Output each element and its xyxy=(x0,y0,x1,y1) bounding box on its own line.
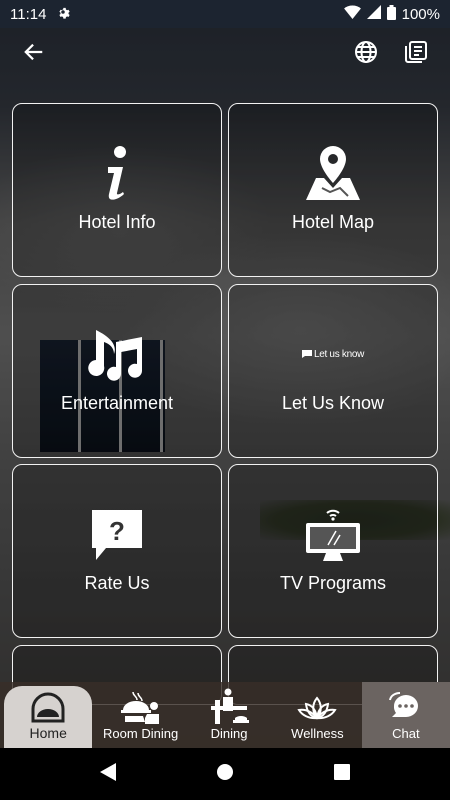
chat-bubble-icon xyxy=(388,692,418,717)
nav-label: Room Dining xyxy=(103,726,179,741)
status-bar: 11:14 100% xyxy=(0,0,450,28)
svg-text:?: ? xyxy=(109,516,125,546)
app-screen: 11:14 100% Hotel Info Hotel Map Entertai… xyxy=(0,0,450,800)
nav-home[interactable]: Home xyxy=(4,686,93,748)
system-recents-button[interactable] xyxy=(334,763,350,785)
home-dome-icon xyxy=(31,692,65,723)
room-dining-icon xyxy=(120,691,159,724)
triangle-back-icon xyxy=(100,762,116,781)
signal-icon xyxy=(366,5,381,23)
news-button[interactable] xyxy=(398,34,434,70)
settings-gear-icon xyxy=(56,5,71,23)
tile-label: Hotel Map xyxy=(291,212,375,232)
music-notes-icon xyxy=(88,330,142,381)
nav-label: Home xyxy=(29,725,67,741)
nav-label: Dining xyxy=(210,726,248,741)
tile-rate-us[interactable]: ? Rate Us xyxy=(12,464,222,638)
app-bar xyxy=(0,28,450,76)
status-icons: 100% xyxy=(343,4,440,24)
nav-room-dining[interactable]: Room Dining xyxy=(96,682,184,748)
tile-entertainment[interactable]: Entertainment xyxy=(12,284,222,458)
dining-icon xyxy=(211,688,250,724)
map-pin-icon xyxy=(306,146,360,200)
nav-label: Chat xyxy=(392,726,420,741)
let-us-know-logo: Let us know xyxy=(301,348,365,360)
square-recents-icon xyxy=(334,763,350,780)
nav-wellness[interactable]: Wellness xyxy=(273,682,361,748)
logo-text: Let us know xyxy=(313,348,365,360)
tile-let-us-know[interactable]: Let us know Let Us Know xyxy=(228,284,438,458)
question-bubble-icon: ? xyxy=(92,510,142,560)
lotus-icon xyxy=(297,696,338,720)
tile-hotel-map[interactable]: Hotel Map xyxy=(228,103,438,277)
circle-home-icon xyxy=(217,763,233,780)
nav-dining[interactable]: Dining xyxy=(185,682,273,748)
tile-label: Let Us Know xyxy=(281,393,385,413)
tile-label: Entertainment xyxy=(60,393,174,413)
wifi-icon xyxy=(343,5,361,23)
battery-icon xyxy=(386,4,396,24)
back-button[interactable] xyxy=(16,34,52,70)
back-arrow-icon xyxy=(24,43,43,61)
bottom-navigation: Home Room Dining Dining Wellness Chat xyxy=(0,682,450,748)
nav-chat[interactable]: Chat xyxy=(361,682,450,748)
tile-label: TV Programs xyxy=(279,573,387,593)
tile-label: Rate Us xyxy=(84,573,150,593)
battery-percent: 100% xyxy=(401,5,440,23)
system-back-button[interactable] xyxy=(100,762,116,786)
system-navigation-bar xyxy=(0,748,450,800)
system-home-button[interactable] xyxy=(216,763,234,786)
speech-bubble-icon xyxy=(301,350,312,358)
globe-icon xyxy=(355,41,377,63)
nav-label: Wellness xyxy=(291,726,344,741)
news-list-icon xyxy=(405,41,427,63)
tile-tv-programs[interactable]: TV Programs xyxy=(228,464,438,638)
smart-tv-icon xyxy=(306,509,360,561)
info-icon xyxy=(108,146,126,200)
tile-label: Hotel Info xyxy=(78,212,156,232)
tile-hotel-info[interactable]: Hotel Info xyxy=(12,103,222,277)
status-time: 11:14 xyxy=(10,5,47,23)
language-button[interactable] xyxy=(348,34,384,70)
